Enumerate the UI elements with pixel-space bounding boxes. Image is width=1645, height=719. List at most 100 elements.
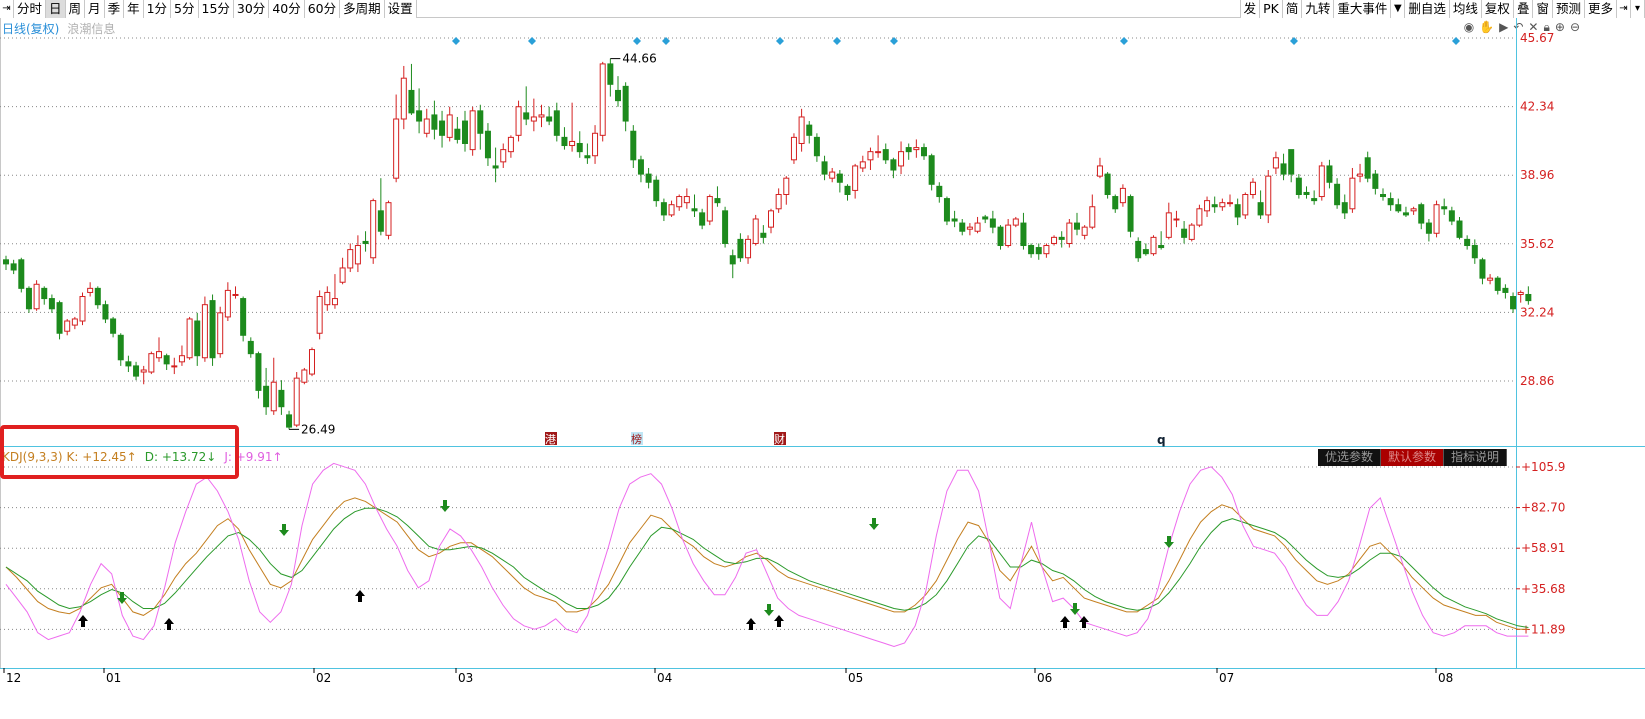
candle-body bbox=[1364, 157, 1371, 179]
period-tab-15min[interactable]: 15分 bbox=[198, 0, 234, 18]
price-axis-label: 28.86 bbox=[1520, 374, 1554, 388]
candle-body bbox=[87, 287, 94, 293]
candle-body bbox=[790, 136, 797, 161]
candle-body bbox=[500, 149, 507, 163]
date-label: 07 bbox=[1219, 671, 1234, 685]
price-axis-label: 38.96 bbox=[1520, 168, 1554, 182]
candle-body bbox=[569, 140, 576, 147]
post-button[interactable]: 发 bbox=[1239, 0, 1261, 18]
candle-body bbox=[102, 304, 109, 320]
candle-body bbox=[293, 377, 300, 426]
nine-turn-button[interactable]: 九转 bbox=[1302, 0, 1335, 18]
candle-body bbox=[1341, 202, 1348, 214]
candle-body bbox=[1395, 204, 1402, 212]
date-label: 08 bbox=[1438, 671, 1453, 685]
high-label: 44.66 bbox=[622, 52, 656, 66]
candle-body bbox=[224, 289, 231, 318]
period-tab-40min[interactable]: 40分 bbox=[269, 0, 305, 18]
candle-body bbox=[492, 165, 499, 169]
candle-body bbox=[1441, 206, 1448, 210]
candle-body bbox=[722, 210, 729, 244]
period-tab-1min[interactable]: 1分 bbox=[143, 0, 172, 18]
candle-body bbox=[148, 353, 155, 373]
candle-body bbox=[699, 212, 706, 226]
candle-body bbox=[362, 240, 369, 244]
buy-arrow-icon bbox=[78, 615, 88, 627]
kdj-gridlines bbox=[0, 466, 1516, 630]
default-params-button[interactable]: 默认参数 bbox=[1381, 449, 1445, 466]
candle-body bbox=[194, 320, 201, 357]
candle-body bbox=[515, 106, 522, 136]
candle-body bbox=[18, 259, 25, 289]
candle-body bbox=[867, 151, 874, 161]
candle-body bbox=[1181, 228, 1188, 238]
period-tab-quarter[interactable]: 季 bbox=[104, 0, 125, 18]
candle-body bbox=[523, 112, 530, 120]
candle-body bbox=[875, 151, 882, 154]
candle-body bbox=[240, 298, 247, 336]
kdj-axis-label: +35.68 bbox=[1521, 582, 1565, 596]
candle-body bbox=[1502, 287, 1509, 293]
period-tab-year[interactable]: 年 bbox=[124, 0, 144, 18]
overlay-button[interactable]: 叠 bbox=[1513, 0, 1534, 18]
candle-body bbox=[768, 210, 774, 228]
candle-body bbox=[1479, 259, 1486, 279]
period-tab-multi[interactable]: 多周期 bbox=[340, 0, 385, 18]
candle-body bbox=[1295, 177, 1302, 196]
candle-body bbox=[1357, 173, 1364, 177]
moving-average-button[interactable]: 均线 bbox=[1449, 0, 1482, 18]
more-button[interactable]: 更多 bbox=[1584, 0, 1617, 18]
adjust-button[interactable]: 复权 bbox=[1481, 0, 1514, 18]
period-tab-60min[interactable]: 60分 bbox=[304, 0, 341, 18]
period-tab-day[interactable]: 日 bbox=[46, 0, 66, 18]
period-tab-month[interactable]: 月 bbox=[85, 0, 105, 18]
candle-body bbox=[439, 120, 446, 136]
candle-body bbox=[1204, 200, 1211, 212]
sell-arrow-icon bbox=[764, 604, 774, 616]
first-icon[interactable]: ⇥ bbox=[0, 0, 14, 18]
period-tab-5min[interactable]: 5分 bbox=[171, 0, 199, 18]
sell-arrow-icon bbox=[440, 500, 450, 512]
candle-body bbox=[1127, 196, 1134, 232]
panel-toggle-icon[interactable]: ⇥ bbox=[1617, 0, 1631, 18]
settings-button[interactable]: 设置 bbox=[384, 0, 417, 18]
indicator-help-button[interactable]: 指标说明 bbox=[1444, 449, 1508, 466]
period-tab-week[interactable]: 周 bbox=[65, 0, 86, 18]
candle-body bbox=[974, 222, 981, 232]
window-button[interactable]: 窗 bbox=[1533, 0, 1553, 18]
buy-arrow-icon bbox=[746, 618, 756, 630]
toolbar-dropdown-icon[interactable]: ▾ bbox=[1631, 0, 1645, 18]
chevron-down-icon[interactable]: ▼ bbox=[1391, 0, 1406, 18]
candle-body bbox=[400, 77, 407, 120]
candle-body bbox=[133, 365, 140, 377]
candle-body bbox=[1173, 218, 1180, 221]
candle-body bbox=[928, 155, 935, 185]
candle-body bbox=[1387, 198, 1394, 206]
kline-chart[interactable]: 45.67 42.34 38.96 35.62 32.24 28.86 +105.9 +82… bbox=[0, 18, 1645, 718]
candle-body bbox=[1020, 222, 1027, 247]
candle-body bbox=[553, 110, 560, 136]
candle-body bbox=[1112, 196, 1119, 210]
major-events-button[interactable]: 重大事件 bbox=[1334, 0, 1392, 18]
remove-watchlist-button[interactable]: 删自选 bbox=[1405, 0, 1450, 18]
kdj-line-j bbox=[5, 462, 1529, 648]
period-tab-30min[interactable]: 30分 bbox=[233, 0, 270, 18]
date-label: 01 bbox=[106, 671, 121, 685]
candle-body bbox=[1418, 204, 1425, 224]
period-tab-intraday[interactable]: 分时 bbox=[14, 0, 47, 18]
candle-body bbox=[798, 116, 805, 144]
forecast-button[interactable]: 预测 bbox=[1552, 0, 1585, 18]
toolbar-right: 发 PK 简 九转 重大事件 ▼ 删自选 均线 复权 叠 窗 预测 更多 ⇥ ▾ bbox=[1239, 0, 1645, 18]
optimal-params-button[interactable]: 优选参数 bbox=[1318, 449, 1382, 466]
candle-body bbox=[255, 353, 262, 391]
simple-button[interactable]: 简 bbox=[1282, 0, 1303, 18]
period-toolbar: ⇥ 分时 日 周 月 季 年 1分 5分 15分 30分 40分 60分 多周期… bbox=[0, 0, 1645, 18]
price-axis-label: 35.62 bbox=[1520, 237, 1554, 251]
pk-button[interactable]: PK bbox=[1260, 0, 1283, 18]
kdj-axis: +105.9+82.70+58.91+35.68+11.89 bbox=[1516, 460, 1565, 636]
date-axis: 12 01 02 03 04 05 06 07 08 bbox=[3, 668, 1453, 685]
candle-body bbox=[370, 200, 377, 259]
signal-diamond bbox=[528, 37, 536, 45]
candle-body bbox=[484, 130, 491, 159]
candle-body bbox=[1334, 183, 1341, 206]
